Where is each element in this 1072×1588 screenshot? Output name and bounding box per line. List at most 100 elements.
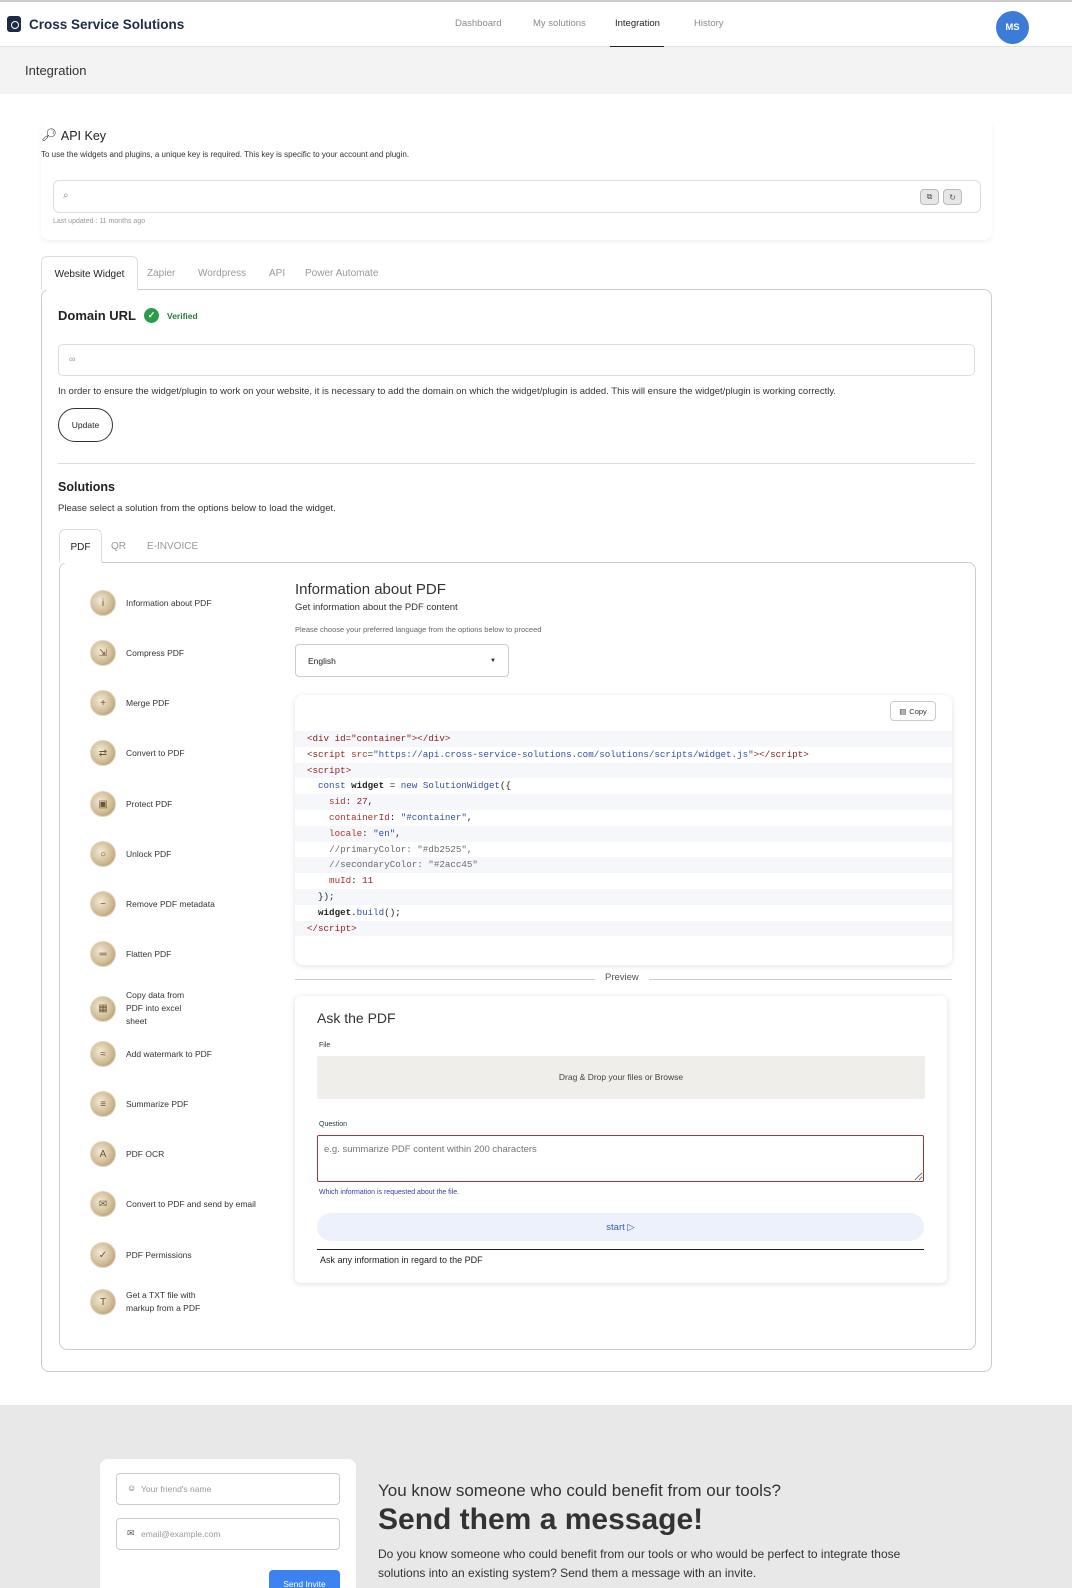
solution-info-icon: i: [90, 590, 116, 616]
code-locale-value: "en": [373, 827, 396, 839]
solution-label: Protect PDF: [126, 798, 173, 809]
solution-item[interactable]: ✉ Convert to PDF and send by email: [90, 1191, 280, 1217]
code-line: widget.build();: [307, 906, 401, 918]
page-header: Integration: [0, 47, 1072, 94]
key-icon: ⌕: [63, 190, 69, 201]
solution-metadata-icon: −: [90, 891, 116, 917]
send-invite-button[interactable]: Send Invite: [269, 1570, 340, 1588]
solution-item[interactable]: ✓ PDF Permissions: [90, 1242, 280, 1268]
solution-detail-title: Information about PDF: [295, 581, 446, 598]
solution-merge-icon: +: [90, 690, 116, 716]
brand[interactable]: Cross Service Solutions: [7, 16, 184, 32]
solution-item[interactable]: ═ Flatten PDF: [90, 941, 280, 967]
friend-email-input[interactable]: ✉ email@example.com: [116, 1518, 340, 1550]
solution-item[interactable]: ▦ Copy data from PDF into excel sheet: [90, 989, 200, 1028]
language-select[interactable]: English ▼: [295, 644, 509, 677]
update-button[interactable]: Update: [58, 408, 113, 442]
check-circle-icon: ✓: [144, 308, 159, 323]
solutions-title: Solutions: [58, 480, 115, 494]
solution-item[interactable]: − Remove PDF metadata: [90, 891, 280, 917]
file-dropzone[interactable]: Drag & Drop your files or Browse: [317, 1056, 925, 1099]
refresh-key-icon[interactable]: ↻: [943, 189, 962, 205]
link-icon: ∞: [69, 354, 76, 364]
question-textarea[interactable]: [317, 1135, 924, 1182]
solution-txt-icon: T: [90, 1289, 116, 1315]
solution-label: Merge PDF: [126, 697, 170, 708]
solution-item[interactable]: ≈ Add watermark to PDF: [90, 1041, 280, 1067]
solution-label: Convert to PDF and send by email: [126, 1198, 256, 1209]
user-icon: ☺: [127, 1483, 137, 1493]
tab-pdf[interactable]: PDF: [59, 529, 102, 563]
solution-item[interactable]: T Get a TXT file with markup from a PDF: [90, 1289, 210, 1315]
solution-item[interactable]: ⇄ Convert to PDF: [90, 740, 280, 766]
solution-label: Get a TXT file with markup from a PDF: [126, 1290, 201, 1313]
preview-label: Preview: [595, 972, 649, 983]
pdf-solutions-panel: i Information about PDF ⇲ Compress PDF + Me…: [59, 562, 976, 1350]
file-label: File: [319, 1042, 331, 1049]
tab-e-invoice[interactable]: E-INVOICE: [147, 529, 198, 563]
widget-preview: Ask the PDF File Drag & Drop your files …: [295, 996, 947, 1283]
domain-url-heading: Domain URL ✓ Verified: [58, 308, 198, 323]
solution-item[interactable]: i Information about PDF: [90, 590, 280, 616]
nav-tab-my-solutions[interactable]: My solutions: [533, 18, 586, 29]
widget-footer-text: Ask any information in regard to the PDF: [320, 1255, 483, 1265]
embed-code-block: ▤ Copy <div id="container"></div> <script…: [295, 695, 952, 965]
invite-section: ☺ Your friend's name ✉ email@example.com…: [0, 1405, 1072, 1588]
code-line: containerId: "#container",: [307, 811, 473, 823]
solution-item[interactable]: A PDF OCR: [90, 1141, 280, 1167]
api-key-input[interactable]: ⌕ ⧉ ↻: [53, 180, 981, 213]
start-button[interactable]: start ▷: [317, 1213, 924, 1241]
tab-zapier[interactable]: Zapier: [147, 256, 175, 290]
invite-title: Send them a message!: [378, 1503, 704, 1536]
key-icon: 🔎︎: [41, 128, 57, 142]
code-primary-color-comment: //primaryColor: "#db2525",: [329, 843, 473, 855]
solution-label: PDF OCR: [126, 1148, 165, 1159]
tab-qr[interactable]: QR: [111, 529, 126, 563]
solution-label: Summarize PDF: [126, 1098, 189, 1109]
invite-text: Do you know someone who could benefit fr…: [378, 1547, 901, 1580]
verified-badge: Verified: [167, 310, 198, 321]
user-avatar[interactable]: MS: [996, 11, 1029, 44]
tab-power-automate[interactable]: Power Automate: [305, 256, 378, 290]
brand-logo-icon: [7, 16, 21, 32]
clipboard-icon: ▤: [899, 706, 907, 716]
website-widget-panel: Domain URL ✓ Verified ∞ In order to ensu…: [41, 289, 992, 1372]
solution-ocr-icon: A: [90, 1141, 116, 1167]
solution-item[interactable]: ▣ Protect PDF: [90, 791, 280, 817]
solution-label: Copy data from PDF into excel sheet: [126, 990, 185, 1026]
solution-item[interactable]: + Merge PDF: [90, 690, 280, 716]
tab-api[interactable]: API: [269, 256, 285, 290]
tab-website-widget[interactable]: Website Widget: [41, 256, 138, 290]
solution-item[interactable]: ⇲ Compress PDF: [90, 640, 280, 666]
solution-detail-subtitle: Get information about the PDF content: [295, 602, 458, 613]
solution-convert-icon: ⇄: [90, 740, 116, 766]
code-script-src: "https://api.cross-service-solutions.com…: [373, 748, 754, 760]
domain-url-title: Domain URL: [58, 308, 136, 323]
solution-watermark-icon: ≈: [90, 1041, 116, 1067]
code-line: locale: "en",: [295, 825, 952, 842]
solution-label: Remove PDF metadata: [126, 898, 215, 909]
solution-label: Unlock PDF: [126, 848, 172, 859]
api-key-description: To use the widgets and plugins, a unique…: [41, 150, 410, 159]
divider: [58, 463, 975, 464]
copy-label: Copy: [909, 706, 927, 716]
code-line: <script src="https://api.cross-service-s…: [307, 748, 809, 760]
nav-tab-integration[interactable]: Integration: [615, 18, 660, 29]
tab-wordpress[interactable]: Wordpress: [198, 256, 246, 290]
copy-key-icon[interactable]: ⧉: [920, 189, 939, 205]
nav-tab-history[interactable]: History: [694, 18, 724, 29]
friend-name-input[interactable]: ☺ Your friend's name: [116, 1473, 340, 1505]
domain-url-input[interactable]: ∞: [58, 344, 975, 376]
code-line: <div id="container"></div>: [295, 731, 952, 747]
code-line: });: [295, 888, 952, 905]
nav-tab-dashboard[interactable]: Dashboard: [455, 18, 501, 29]
play-icon: ▷: [627, 1221, 635, 1233]
solution-label: Flatten PDF: [126, 948, 172, 959]
solution-item[interactable]: ≡ Summarize PDF: [90, 1091, 280, 1117]
widget-divider: [317, 1249, 924, 1250]
solution-item[interactable]: ○ Unlock PDF: [90, 841, 280, 867]
mail-icon: ✉: [127, 1528, 135, 1538]
friend-name-placeholder: Your friend's name: [141, 1484, 212, 1494]
api-key-title: 🔎︎ API Key: [41, 128, 106, 143]
copy-code-button[interactable]: ▤ Copy: [890, 701, 936, 721]
